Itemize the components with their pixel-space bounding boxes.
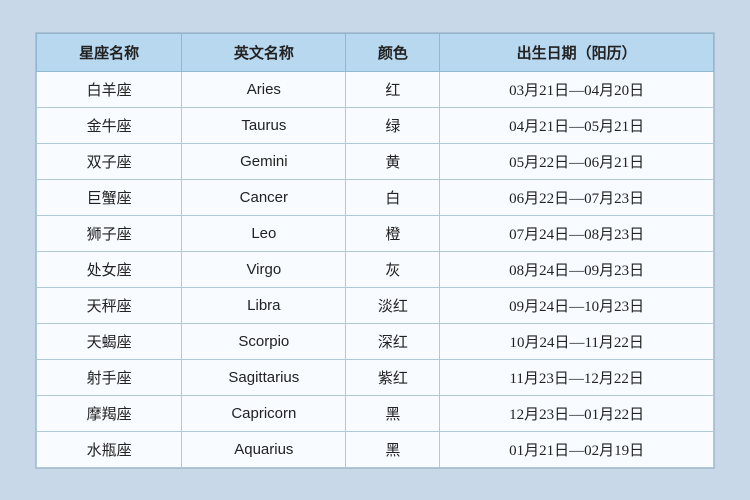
cell-dates: 08月24日—09月23日 (440, 251, 714, 287)
cell-color: 黄 (346, 143, 440, 179)
cell-dates: 09月24日—10月23日 (440, 287, 714, 323)
cell-english-name: Gemini (182, 143, 346, 179)
cell-english-name: Taurus (182, 107, 346, 143)
cell-chinese-name: 摩羯座 (37, 395, 182, 431)
header-chinese-name: 星座名称 (37, 33, 182, 71)
table-row: 天秤座Libra淡红09月24日—10月23日 (37, 287, 714, 323)
cell-color: 紫红 (346, 359, 440, 395)
cell-english-name: Sagittarius (182, 359, 346, 395)
header-color: 颜色 (346, 33, 440, 71)
cell-chinese-name: 水瓶座 (37, 431, 182, 467)
cell-chinese-name: 巨蟹座 (37, 179, 182, 215)
cell-chinese-name: 白羊座 (37, 71, 182, 107)
cell-chinese-name: 处女座 (37, 251, 182, 287)
cell-english-name: Capricorn (182, 395, 346, 431)
cell-color: 深红 (346, 323, 440, 359)
cell-dates: 04月21日—05月21日 (440, 107, 714, 143)
cell-dates: 05月22日—06月21日 (440, 143, 714, 179)
cell-color: 灰 (346, 251, 440, 287)
table-row: 摩羯座Capricorn黑12月23日—01月22日 (37, 395, 714, 431)
cell-dates: 01月21日—02月19日 (440, 431, 714, 467)
cell-dates: 06月22日—07月23日 (440, 179, 714, 215)
cell-chinese-name: 天蝎座 (37, 323, 182, 359)
cell-dates: 03月21日—04月20日 (440, 71, 714, 107)
table-row: 巨蟹座Cancer白06月22日—07月23日 (37, 179, 714, 215)
cell-color: 红 (346, 71, 440, 107)
cell-chinese-name: 狮子座 (37, 215, 182, 251)
table-row: 双子座Gemini黄05月22日—06月21日 (37, 143, 714, 179)
cell-english-name: Cancer (182, 179, 346, 215)
cell-english-name: Virgo (182, 251, 346, 287)
table-header-row: 星座名称 英文名称 颜色 出生日期（阳历） (37, 33, 714, 71)
table-row: 金牛座Taurus绿04月21日—05月21日 (37, 107, 714, 143)
cell-english-name: Scorpio (182, 323, 346, 359)
cell-dates: 12月23日—01月22日 (440, 395, 714, 431)
cell-color: 黑 (346, 431, 440, 467)
cell-color: 淡红 (346, 287, 440, 323)
table-row: 白羊座Aries红03月21日—04月20日 (37, 71, 714, 107)
cell-color: 白 (346, 179, 440, 215)
zodiac-table: 星座名称 英文名称 颜色 出生日期（阳历） 白羊座Aries红03月21日—04… (36, 33, 714, 468)
cell-color: 绿 (346, 107, 440, 143)
cell-dates: 11月23日—12月22日 (440, 359, 714, 395)
cell-color: 黑 (346, 395, 440, 431)
table-row: 天蝎座Scorpio深红10月24日—11月22日 (37, 323, 714, 359)
cell-chinese-name: 天秤座 (37, 287, 182, 323)
table-row: 狮子座Leo橙07月24日—08月23日 (37, 215, 714, 251)
cell-english-name: Aquarius (182, 431, 346, 467)
cell-chinese-name: 射手座 (37, 359, 182, 395)
cell-english-name: Libra (182, 287, 346, 323)
table-body: 白羊座Aries红03月21日—04月20日金牛座Taurus绿04月21日—0… (37, 71, 714, 467)
header-english-name: 英文名称 (182, 33, 346, 71)
table-row: 射手座Sagittarius紫红11月23日—12月22日 (37, 359, 714, 395)
header-dates: 出生日期（阳历） (440, 33, 714, 71)
zodiac-table-container: 星座名称 英文名称 颜色 出生日期（阳历） 白羊座Aries红03月21日—04… (35, 32, 715, 469)
cell-color: 橙 (346, 215, 440, 251)
cell-english-name: Aries (182, 71, 346, 107)
cell-chinese-name: 金牛座 (37, 107, 182, 143)
table-row: 处女座Virgo灰08月24日—09月23日 (37, 251, 714, 287)
table-row: 水瓶座Aquarius黑01月21日—02月19日 (37, 431, 714, 467)
cell-english-name: Leo (182, 215, 346, 251)
cell-dates: 07月24日—08月23日 (440, 215, 714, 251)
cell-dates: 10月24日—11月22日 (440, 323, 714, 359)
cell-chinese-name: 双子座 (37, 143, 182, 179)
